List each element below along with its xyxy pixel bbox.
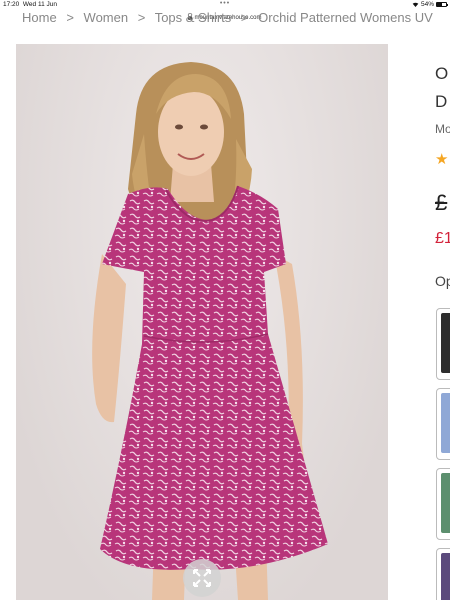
breadcrumb-current: Orchid Patterned Womens UV xyxy=(258,10,433,25)
zoom-button[interactable] xyxy=(183,559,221,597)
brand-name: Mo xyxy=(435,122,450,136)
breadcrumb-sep: > xyxy=(240,10,249,25)
breadcrumb-sep: > xyxy=(137,10,146,25)
breadcrumb-sep: > xyxy=(66,10,74,25)
options-label: Op xyxy=(435,273,450,289)
price-original: £ xyxy=(435,190,448,215)
product-title-line2: D xyxy=(435,92,448,111)
breadcrumb-women[interactable]: Women xyxy=(84,10,129,25)
star-icon: ★ xyxy=(435,151,449,168)
model-illustration xyxy=(92,62,328,600)
expand-icon xyxy=(193,569,211,587)
breadcrumb-tops[interactable]: Tops & Shirts xyxy=(155,10,232,25)
colour-thumb-3[interactable] xyxy=(436,468,450,540)
colour-thumb-2[interactable] xyxy=(436,388,450,460)
breadcrumb: Home > Women > Tops & Shirts > Orchid Pa… xyxy=(22,10,450,25)
price-sale: £1 xyxy=(435,230,450,247)
breadcrumb-home[interactable]: Home xyxy=(22,10,57,25)
colour-thumb-1[interactable] xyxy=(436,308,450,380)
product-title-line1: O xyxy=(435,64,449,83)
colour-thumb-4[interactable] xyxy=(436,548,450,600)
browser-menu-dots[interactable]: ••• xyxy=(0,0,450,7)
product-image[interactable] xyxy=(16,44,388,600)
